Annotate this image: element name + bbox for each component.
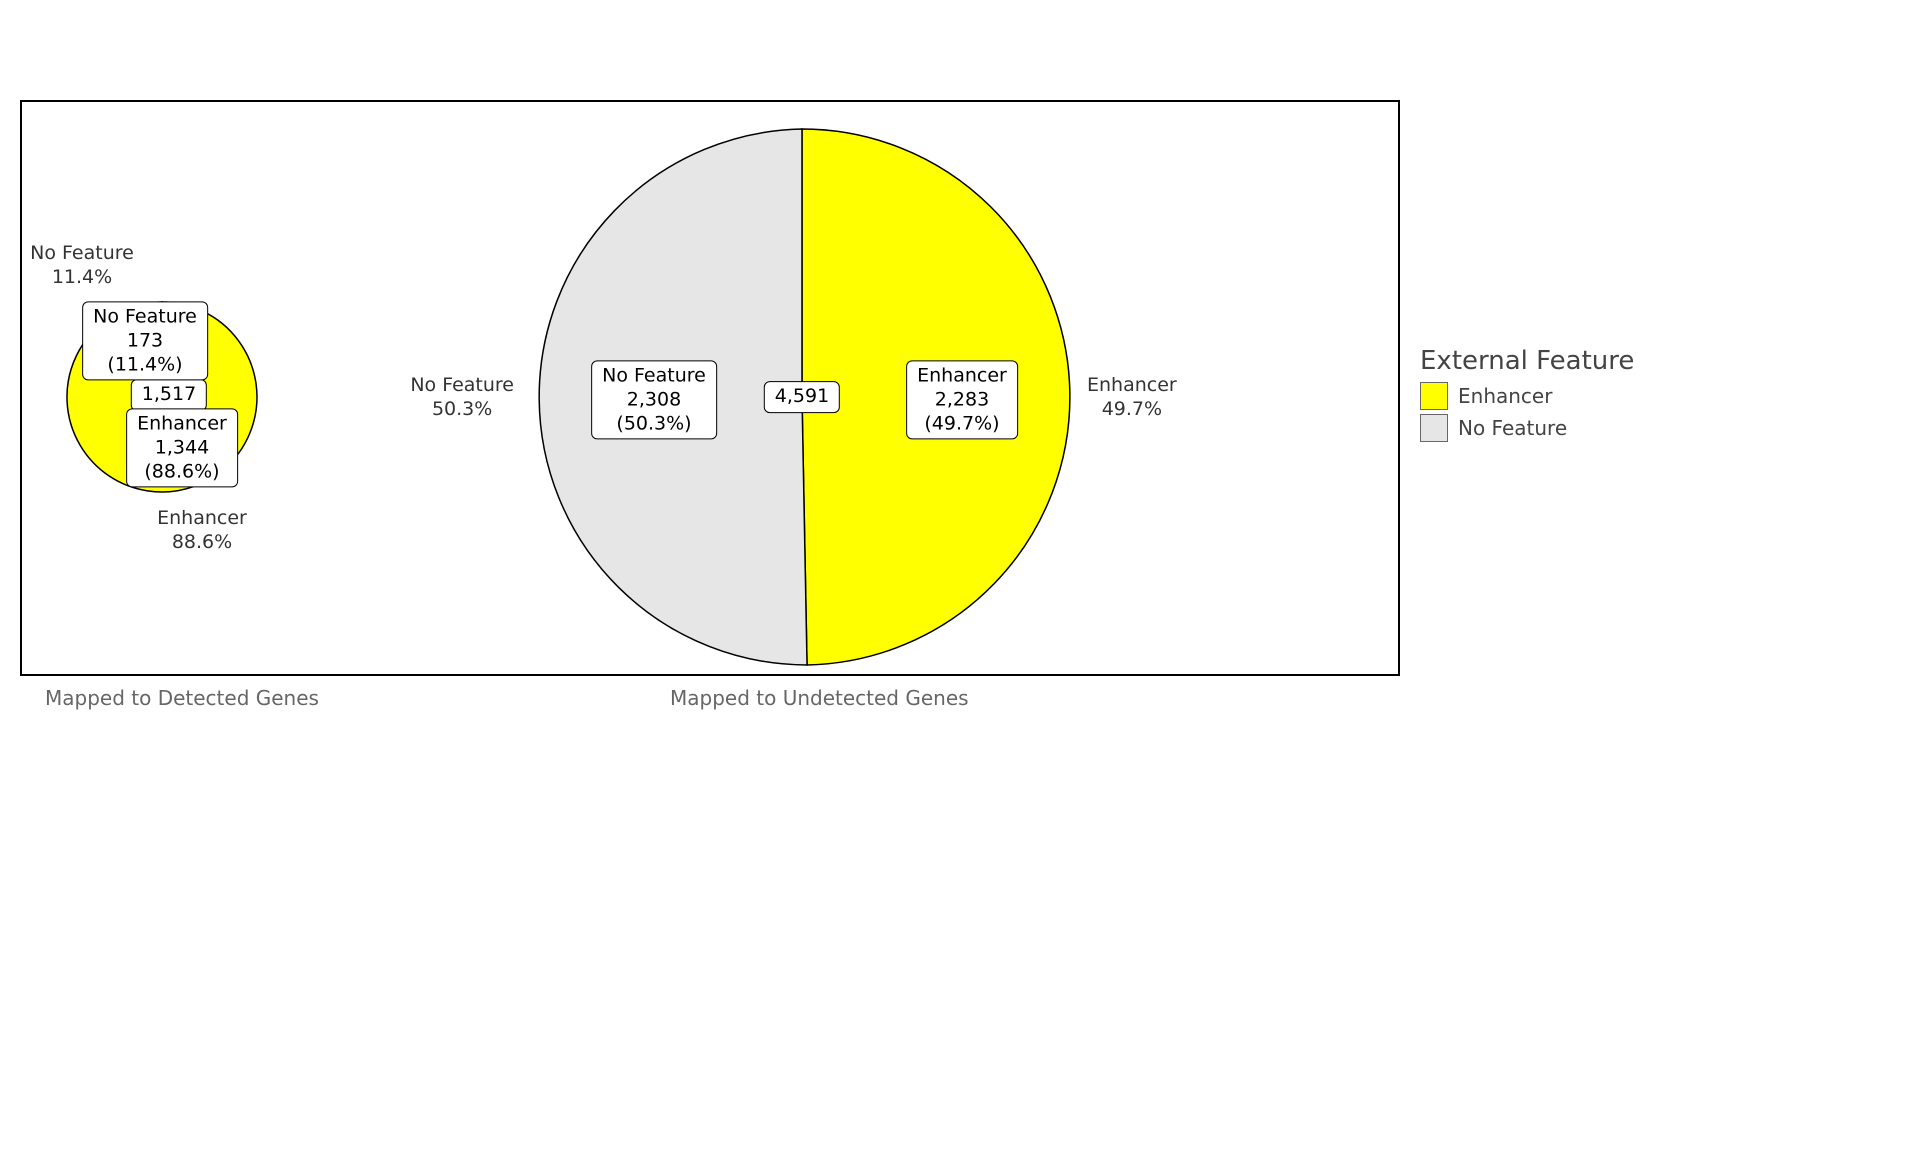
axis-label-undetected: Mapped to Undetected Genes xyxy=(670,686,969,710)
legend-label-nofeature: No Feature xyxy=(1458,416,1567,440)
legend-swatch-nofeature xyxy=(1420,414,1448,442)
total-box-undetected: 4,591 xyxy=(764,381,840,413)
legend-title: External Feature xyxy=(1420,346,1634,376)
plot-frame: No Feature11.4% Enhancer88.6% Enhancer49… xyxy=(20,100,1400,676)
chart-stage: No Feature11.4% Enhancer88.6% Enhancer49… xyxy=(0,0,1920,1152)
axis-label-detected: Mapped to Detected Genes xyxy=(45,686,319,710)
total-box-detected: 1,517 xyxy=(131,379,207,411)
legend-item-enhancer: Enhancer xyxy=(1420,382,1634,410)
slice-box-undetected-nofeature: No Feature2,308(50.3%) xyxy=(591,360,717,439)
outer-label-detected-nofeature: No Feature11.4% xyxy=(30,242,134,290)
slice-box-undetected-enhancer: Enhancer2,283(49.7%) xyxy=(906,360,1018,439)
slice-box-detected-nofeature: No Feature173(11.4%) xyxy=(82,301,208,380)
legend-label-enhancer: Enhancer xyxy=(1458,384,1552,408)
outer-label-undetected-nofeature: No Feature50.3% xyxy=(410,374,514,422)
outer-label-undetected-enhancer: Enhancer49.7% xyxy=(1087,374,1177,422)
outer-label-detected-enhancer: Enhancer88.6% xyxy=(157,507,247,555)
legend: External Feature Enhancer No Feature xyxy=(1420,346,1634,442)
legend-swatch-enhancer xyxy=(1420,382,1448,410)
slice-box-detected-enhancer: Enhancer1,344(88.6%) xyxy=(126,408,238,487)
legend-item-nofeature: No Feature xyxy=(1420,414,1634,442)
